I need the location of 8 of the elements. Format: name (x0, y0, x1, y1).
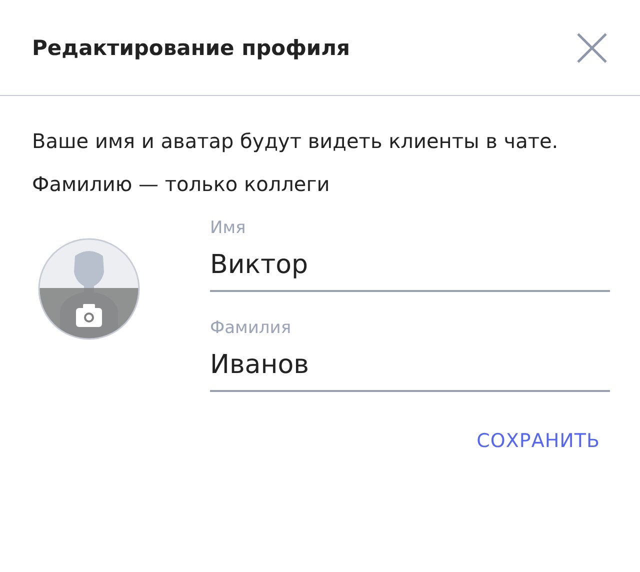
field-label: Фамилия (210, 317, 292, 340)
description-text: Ваше имя и аватар будут видеть клиенты в чате. Фамилию — только коллеги (32, 128, 560, 198)
close-icon[interactable] (576, 32, 608, 64)
field-label: Имя (210, 217, 247, 240)
input-field[interactable]: Виктор (210, 246, 610, 292)
save-button[interactable]: СОХРАНИТЬ (476, 424, 600, 458)
dialog-title: Редактирование профиля (32, 36, 350, 60)
input-field[interactable]: Иванов (210, 346, 610, 392)
